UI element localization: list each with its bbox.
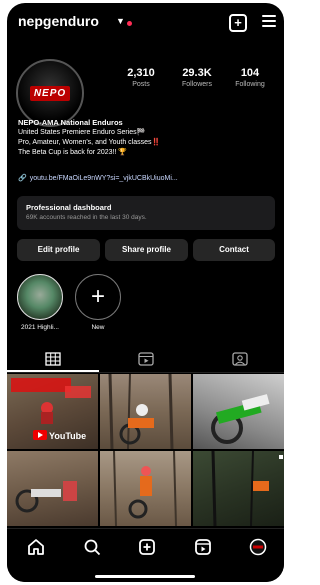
username-switcher[interactable]: nepgenduro: [18, 13, 99, 29]
post-image: [211, 451, 283, 526]
youtube-label: YouTube: [49, 431, 86, 441]
plus-icon: +: [75, 274, 121, 320]
post-image: [108, 374, 174, 449]
bio-link[interactable]: 🔗 youtu.be/FMaOiLe9nWY?si=_vjkUCBkUiuoMi.…: [18, 174, 178, 182]
home-icon[interactable]: [27, 538, 45, 556]
new-highlight[interactable]: + New: [73, 274, 123, 331]
contact-button[interactable]: Contact: [193, 239, 275, 261]
tab-tagged[interactable]: [232, 352, 248, 366]
posts-stat[interactable]: 2,310 Posts: [111, 67, 171, 88]
post-thumbnail[interactable]: [193, 374, 284, 449]
bio-line: The Beta Cup is back for 2023!! 🏆: [18, 149, 128, 156]
profile-tabs: [7, 348, 284, 373]
dashboard-title: Professional dashboard: [26, 203, 112, 212]
create-post-icon[interactable]: +: [229, 14, 247, 32]
reels-icon[interactable]: [194, 538, 212, 556]
profile-logo: NEPO: [29, 85, 71, 101]
following-count: 104: [240, 67, 260, 79]
create-icon[interactable]: [138, 538, 156, 556]
link-icon: 🔗: [18, 175, 27, 182]
notification-dot: [127, 21, 132, 26]
post-image: [211, 394, 270, 444]
posts-label: Posts: [132, 81, 150, 88]
active-tab-indicator: [7, 370, 99, 372]
highlight-label: 2021 Highli...: [21, 324, 59, 331]
followers-label: Followers: [182, 81, 212, 88]
home-indicator: [95, 575, 195, 578]
post-image: [15, 481, 77, 513]
post-grid: YouTube: [7, 374, 284, 526]
dashboard-subtitle: 69K accounts reached in the last 30 days…: [26, 214, 147, 221]
edit-profile-button[interactable]: Edit profile: [17, 239, 100, 261]
post-thumbnail[interactable]: [7, 451, 98, 526]
bio-line: United States Premiere Enduro Series🏁: [18, 129, 146, 136]
post-thumbnail[interactable]: [100, 374, 191, 449]
highlight-label: New: [91, 324, 105, 331]
following-stat[interactable]: 104 Following: [220, 67, 280, 88]
post-image: YouTube: [11, 378, 91, 441]
search-icon[interactable]: [83, 538, 101, 556]
chevron-down-icon[interactable]: ▼: [116, 16, 125, 26]
posts-count: 2,310: [127, 67, 155, 79]
post-thumbnail[interactable]: YouTube: [7, 374, 98, 449]
highlight-cover: [17, 274, 63, 320]
tab-reels[interactable]: [138, 352, 154, 366]
following-label: Following: [235, 81, 265, 88]
bio: NEPO-AMA National Enduros United States …: [18, 118, 278, 158]
phone-screen: nepgenduro ▼ + NEPO 2,310 Posts 29.3K Fo…: [7, 3, 284, 582]
bottom-nav: [7, 528, 284, 582]
post-thumbnail[interactable]: [100, 451, 191, 526]
menu-icon[interactable]: [262, 15, 276, 30]
highlight-2021[interactable]: 2021 Highli...: [13, 274, 67, 331]
bio-line: Pro, Amateur, Women's, and Youth classes…: [18, 139, 161, 146]
post-thumbnail[interactable]: [193, 451, 284, 526]
post-image: [113, 451, 177, 526]
profile-avatar-icon[interactable]: [249, 538, 267, 556]
avatar[interactable]: NEPO: [16, 59, 84, 127]
professional-dashboard[interactable]: Professional dashboard 69K accounts reac…: [17, 196, 275, 230]
share-profile-button[interactable]: Share profile: [105, 239, 188, 261]
tab-grid[interactable]: [45, 352, 61, 366]
profile-name: NEPO-AMA National Enduros: [18, 118, 123, 127]
followers-count: 29.3K: [182, 67, 212, 79]
bio-link-text: youtu.be/FMaOiLe9nWY?si=_vjkUCBkUiuoMi..…: [29, 175, 178, 182]
followers-stat[interactable]: 29.3K Followers: [167, 67, 227, 88]
top-bar: nepgenduro ▼ +: [7, 13, 284, 35]
